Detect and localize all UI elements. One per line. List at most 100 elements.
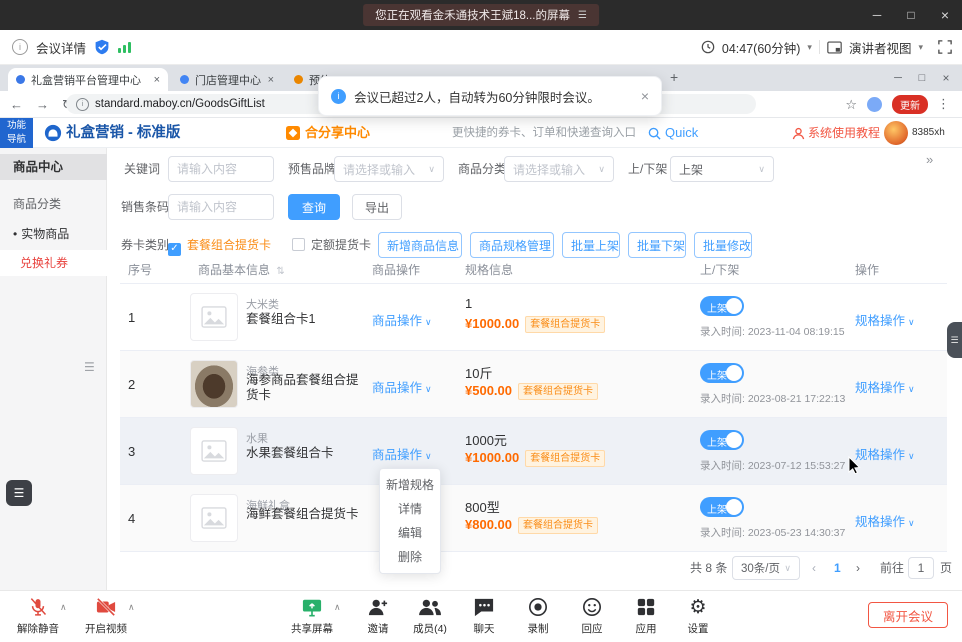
function-nav-box[interactable]: 功能 导航: [0, 118, 33, 148]
export-button[interactable]: 导出: [352, 194, 402, 220]
price: ¥800.00: [465, 517, 512, 532]
goto-label: 前往: [880, 556, 904, 580]
username[interactable]: 8385xh: [912, 118, 945, 148]
fullscreen-icon[interactable]: [938, 40, 952, 54]
browser-avatar-icon[interactable]: [867, 97, 882, 112]
invite-button[interactable]: 邀请: [350, 596, 406, 636]
sidebar-section-product-center[interactable]: 商品中心: [0, 154, 107, 180]
batch-edit-button[interactable]: 批量修改: [694, 232, 752, 258]
banner-menu-icon[interactable]: ☰: [578, 10, 587, 21]
sidebar-item-categories[interactable]: 商品分类: [0, 192, 107, 216]
sort-icon[interactable]: ⇅: [276, 266, 284, 277]
meeting-notification: i 会议已超过2人，自动转为60分钟限时会议。 ×: [318, 76, 662, 116]
quick-search-icon[interactable]: [648, 127, 661, 140]
combo-card-checkbox[interactable]: ✓套餐组合提货卡: [168, 232, 271, 258]
panel-collapse-icon[interactable]: »: [926, 152, 933, 167]
timer-dropdown-icon[interactable]: ▾: [807, 42, 812, 53]
add-product-button[interactable]: 新增商品信息: [378, 232, 462, 258]
presale-brand-select[interactable]: 请选择或输入 ∨: [334, 156, 444, 182]
floating-panel-icon[interactable]: ☰: [6, 480, 32, 506]
meeting-info-icon[interactable]: i: [12, 39, 28, 55]
mic-options-icon[interactable]: ∧: [60, 602, 67, 613]
fixed-card-checkbox[interactable]: 定额提货卡: [292, 232, 371, 258]
meeting-details-link[interactable]: 会议详情: [36, 38, 86, 57]
shelf-select[interactable]: 上架 ∨: [670, 156, 774, 182]
start-video-button[interactable]: 开启视频: [78, 596, 134, 636]
unmute-button[interactable]: 解除静音: [10, 596, 66, 636]
goto-page-input[interactable]: [908, 557, 934, 579]
sidebar-item-physical-goods[interactable]: •实物商品: [0, 222, 107, 246]
apps-button[interactable]: 应用: [618, 596, 674, 636]
spec-operation-link[interactable]: 规格操作∨: [855, 377, 915, 396]
new-tab-button[interactable]: +: [670, 69, 678, 85]
spec-operation-link[interactable]: 规格操作∨: [855, 511, 915, 530]
tab-favicon: [180, 75, 189, 84]
pagination-total: 共 8 条: [690, 556, 727, 580]
product-operation-link[interactable]: 商品操作∨: [372, 444, 432, 463]
close-button[interactable]: ×: [928, 0, 962, 30]
settings-button[interactable]: ⚙ 设置: [670, 596, 726, 636]
right-edge-handle[interactable]: ☰: [947, 322, 962, 358]
page-number-current[interactable]: 1: [834, 556, 841, 580]
share-center-link[interactable]: 合分享中心: [305, 118, 370, 148]
security-shield-icon[interactable]: [94, 39, 110, 55]
browser-menu-icon[interactable]: ⋮: [937, 96, 950, 112]
sidebar-item-gift-voucher[interactable]: 兑换礼券: [0, 250, 107, 276]
page-size-select[interactable]: 30条/页 ∨: [732, 556, 800, 580]
shelf-toggle[interactable]: 上架: [700, 430, 744, 450]
chat-button[interactable]: 聊天: [456, 596, 512, 636]
browser-close-button[interactable]: ×: [934, 65, 958, 91]
batch-off-shelf-button[interactable]: 批量下架: [628, 232, 686, 258]
batch-on-shelf-button[interactable]: 批量上架: [562, 232, 620, 258]
column-header: 上/下架: [700, 256, 739, 284]
leave-meeting-button[interactable]: 离开会议: [868, 602, 948, 628]
tab-close-icon[interactable]: ×: [268, 74, 274, 86]
browser-update-button[interactable]: 更新: [892, 95, 928, 114]
tutorial-link[interactable]: 系统使用教程: [808, 118, 880, 148]
view-dropdown-icon[interactable]: ▾: [918, 42, 923, 53]
menu-item-add-spec[interactable]: 新增规格: [380, 473, 440, 497]
bookmark-star-icon[interactable]: ☆: [845, 97, 857, 113]
maximize-button[interactable]: □: [894, 0, 928, 30]
keyword-input[interactable]: [168, 156, 274, 182]
notification-close-icon[interactable]: ×: [641, 88, 649, 104]
shelf-toggle[interactable]: 上架: [700, 296, 744, 316]
spec-operation-link[interactable]: 规格操作∨: [855, 310, 915, 329]
product-operation-link[interactable]: 商品操作∨: [372, 310, 432, 329]
members-button[interactable]: 成员(4): [402, 596, 458, 636]
browser-minimize-button[interactable]: ─: [886, 65, 910, 91]
camera-options-icon[interactable]: ∧: [128, 602, 135, 613]
tab-title: 礼盒营销平台管理中心: [31, 72, 148, 88]
record-button[interactable]: 录制: [510, 596, 566, 636]
search-button[interactable]: 查询: [288, 194, 340, 220]
sidebar-item-label: 实物商品: [21, 227, 69, 241]
back-icon[interactable]: ←: [10, 97, 23, 112]
menu-item-delete[interactable]: 删除: [380, 545, 440, 569]
user-avatar[interactable]: [884, 121, 908, 145]
next-page-icon[interactable]: ›: [856, 556, 860, 580]
view-mode-label[interactable]: 演讲者视图: [849, 38, 912, 57]
tab-close-icon[interactable]: ×: [154, 74, 160, 86]
browser-tab[interactable]: 门店管理中心 ×: [172, 68, 282, 91]
chevron-down-icon: ∨: [758, 164, 765, 175]
reactions-button[interactable]: 回应: [564, 596, 620, 636]
share-screen-button[interactable]: 共享屏幕: [284, 596, 340, 636]
shelf-toggle[interactable]: 上架: [700, 497, 744, 517]
spec-operation-link[interactable]: 规格操作∨: [855, 444, 915, 463]
menu-item-details[interactable]: 详情: [380, 497, 440, 521]
product-operation-link[interactable]: 商品操作∨: [372, 377, 432, 396]
browser-maximize-button[interactable]: □: [910, 65, 934, 91]
spec-manage-button[interactable]: 商品规格管理: [470, 232, 554, 258]
shelf-toggle[interactable]: 上架: [700, 363, 744, 383]
sidebar-collapse-icon[interactable]: ☰: [84, 360, 95, 374]
forward-icon[interactable]: →: [36, 97, 49, 112]
menu-item-edit[interactable]: 编辑: [380, 521, 440, 545]
browser-tab-active[interactable]: 礼盒营销平台管理中心 ×: [8, 68, 168, 91]
share-options-icon[interactable]: ∧: [334, 602, 341, 613]
prev-page-icon[interactable]: ‹: [812, 556, 816, 580]
category-select[interactable]: 请选择或输入 ∨: [504, 156, 614, 182]
quick-link[interactable]: Quick: [665, 118, 698, 148]
minimize-button[interactable]: ─: [860, 0, 894, 30]
barcode-input[interactable]: [168, 194, 274, 220]
site-info-icon[interactable]: i: [76, 98, 89, 111]
